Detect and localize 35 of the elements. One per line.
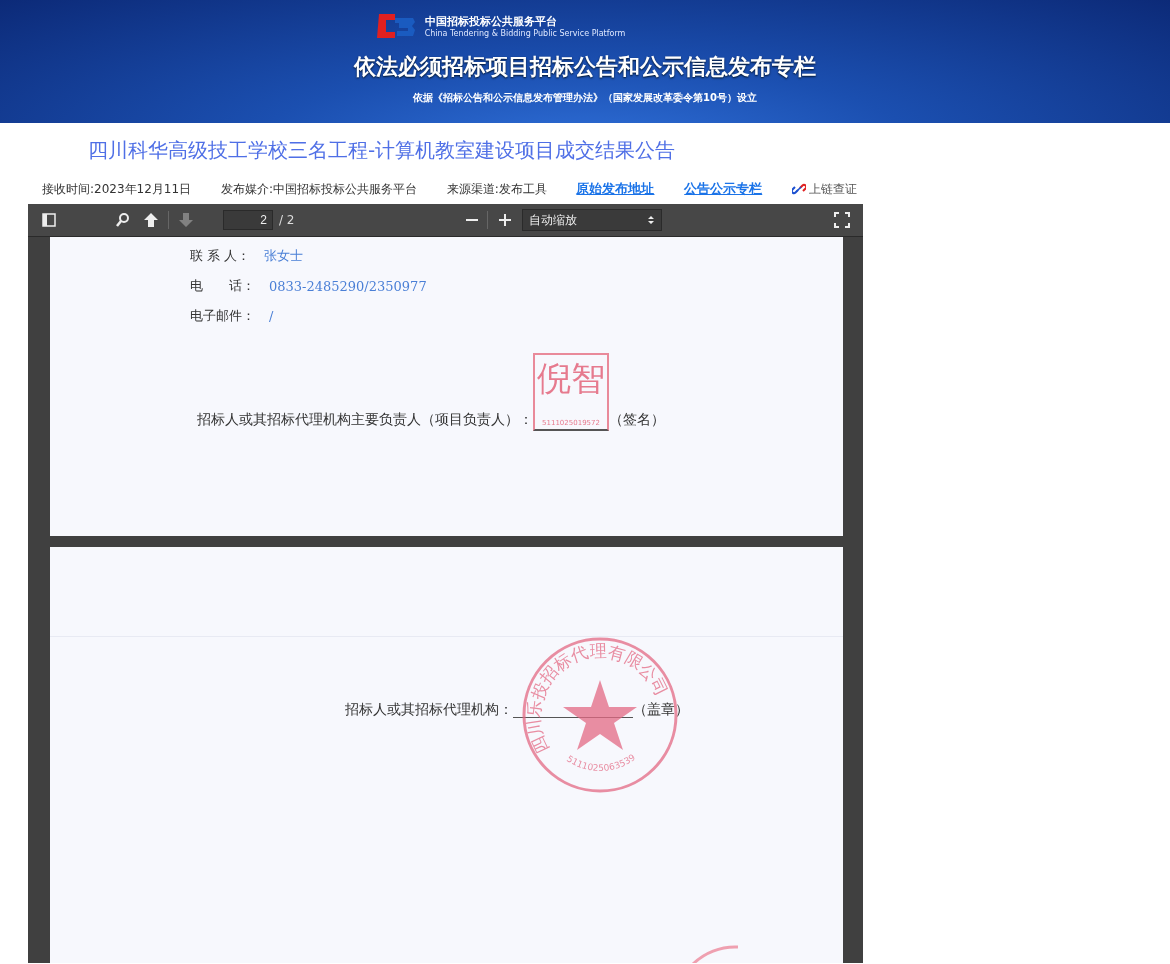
contact-label: 电子邮件： — [190, 307, 255, 325]
plus-icon — [497, 212, 514, 228]
seal-note: （盖章） — [633, 701, 689, 719]
search-icon — [115, 212, 131, 228]
meta-info: 来源渠道:发布工具 — [446, 180, 547, 198]
page-number-field[interactable]: 2 — [223, 210, 273, 230]
logo-icon — [374, 12, 417, 40]
zoom-select[interactable]: 自动缩放 — [522, 209, 663, 231]
sidebar-icon — [41, 212, 57, 228]
signature-statement: 招标人或其招标代理机构主要负责人（项目负责人）： — [197, 411, 533, 429]
seal-statement: 招标人或其招标代理机构： — [345, 701, 513, 719]
up-arrow-icon — [143, 212, 159, 228]
announcement-title: 四川科华高级技工学校三名工程-计算机教室建设项目成交结果公告 — [88, 137, 677, 164]
fullscreen-icon — [834, 212, 850, 228]
dropdown-caret-icon — [647, 215, 656, 225]
contact-value: 张女士 — [264, 247, 304, 265]
contact-label: 电 话： — [190, 277, 255, 295]
minus-icon — [466, 219, 479, 221]
banner-heading: 依法必须招标项目招标公告和公示信息发布专栏 — [354, 53, 816, 81]
contact-value: / — [269, 308, 274, 324]
chain-link-icon — [791, 182, 806, 196]
fullscreen-button[interactable] — [831, 209, 853, 231]
contact-value: 0833-2485290/2350977 — [269, 278, 427, 294]
verify-link[interactable]: 上链查证 — [791, 180, 857, 198]
page-total: / 2 — [279, 213, 295, 227]
meta-link[interactable]: 原始发布地址 — [576, 180, 655, 198]
platform-subtitle: China Tendering & Bidding Public Service Platform — [424, 29, 626, 38]
platform-name: 中国招标投标公共服务平台 — [424, 14, 558, 29]
banner-basis-text: 依据《招标公告和公示信息发布管理办法》（国家发展改革委令第10号）设立 — [413, 91, 757, 105]
signature-note: （签名） — [609, 411, 665, 429]
meta-info: 发布媒介:中国招标投标公共服务平台 — [220, 180, 417, 198]
down-arrow-icon — [178, 212, 194, 228]
meta-link[interactable]: 公告公示专栏 — [684, 180, 763, 198]
contact-label: 联 系 人： — [190, 247, 251, 265]
meta-info: 接收时间:2023年12月11日 — [42, 180, 192, 198]
